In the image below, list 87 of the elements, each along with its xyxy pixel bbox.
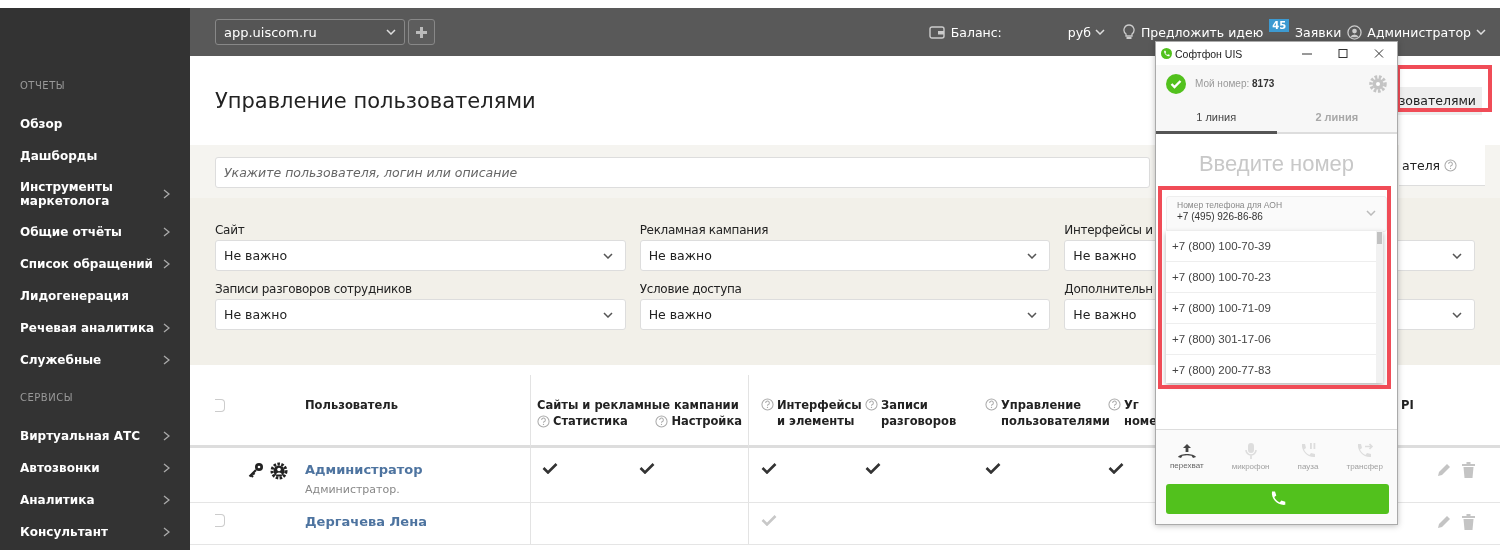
filter-label: Интерфейсы и xyxy=(1064,223,1153,237)
help-icon[interactable] xyxy=(537,414,550,428)
column-header: Пользователь xyxy=(305,398,398,412)
sidebar-item[interactable]: Обзор xyxy=(0,108,190,140)
column-header: Интерфейсы и элементы xyxy=(777,397,862,429)
caller-id-select[interactable]: Номер телефона для АОН +7 (495) 926-86-86 xyxy=(1166,196,1387,232)
column-header: Статистика xyxy=(553,413,628,429)
help-icon[interactable] xyxy=(655,414,669,428)
page-title: Управление пользователями xyxy=(215,88,536,113)
key-icon xyxy=(248,462,264,478)
user-menu[interactable]: Администратор xyxy=(1367,24,1471,40)
filter-select[interactable]: Не важно xyxy=(639,240,1051,271)
chevron-down-icon xyxy=(1452,252,1462,259)
help-icon[interactable] xyxy=(761,398,774,411)
pencil-icon[interactable] xyxy=(1436,462,1452,478)
currency-select[interactable]: руб xyxy=(1067,24,1105,40)
column-group-header: Сайты и рекламные кампании xyxy=(537,397,740,413)
sidebar-item[interactable]: Инструменты маркетолога xyxy=(0,172,190,216)
chevron-down-icon xyxy=(602,311,613,318)
chevron-down-icon xyxy=(1027,252,1038,259)
sidebar-item[interactable]: Общие отчёты xyxy=(0,216,190,248)
filter-label: Сайт xyxy=(215,223,245,237)
line-tab[interactable]: 1 линия xyxy=(1156,102,1277,134)
chevron-down-icon xyxy=(1452,311,1462,318)
help-icon[interactable] xyxy=(865,398,878,411)
column-header: Уг номе xyxy=(1124,397,1158,429)
add-site-button[interactable] xyxy=(408,19,435,45)
pencil-icon[interactable] xyxy=(1436,514,1452,530)
lightbulb-icon xyxy=(1122,24,1135,40)
phone-logo-icon xyxy=(1161,48,1172,59)
help-icon[interactable] xyxy=(985,398,998,411)
my-number-text: Мой номер: 8173 xyxy=(1195,78,1275,89)
side-link[interactable]: ателя xyxy=(1402,157,1441,173)
filter-label: Записи разговоров сотрудников xyxy=(215,282,412,296)
user-name-link[interactable]: Администратор xyxy=(305,462,530,477)
site-select[interactable]: app.uiscom.ru xyxy=(215,19,405,45)
sidebar-item[interactable]: Автозвонки xyxy=(0,452,190,484)
chevron-down-icon xyxy=(386,29,396,35)
sidebar-item[interactable]: Аналитика xyxy=(0,484,190,516)
select-all-checkbox[interactable] xyxy=(215,399,225,412)
plus-icon xyxy=(416,26,427,38)
filter-select[interactable]: Не важно xyxy=(215,240,626,271)
requests-count-badge: 45 xyxy=(1269,18,1290,32)
sidebar-item[interactable]: Виртуальная АТС xyxy=(0,420,190,452)
filter-label: Рекламная кампания xyxy=(639,223,769,237)
row-checkbox[interactable] xyxy=(215,514,225,527)
sidebar-item[interactable]: Список обращений xyxy=(0,248,190,280)
chevron-down-icon xyxy=(1366,210,1376,216)
call-action-button[interactable]: перехват xyxy=(1170,442,1204,470)
sidebar-item[interactable]: Служебные xyxy=(0,344,190,376)
sidebar-section-title: СЕРВИСЫ xyxy=(19,392,74,405)
user-name-link[interactable]: Дергачева Лена xyxy=(305,514,530,529)
column-header: Настройка xyxy=(671,413,742,429)
column-header: Записи разговоров xyxy=(881,397,958,429)
sidebar-item[interactable]: Дашборды xyxy=(0,140,190,172)
chevron-down-icon xyxy=(1476,29,1486,35)
help-icon[interactable] xyxy=(1444,158,1458,172)
chevron-down-icon xyxy=(1094,29,1105,35)
balance-label: Баланс: xyxy=(950,24,1002,40)
user-description: Администратор. xyxy=(305,483,401,496)
sidebar-item[interactable]: Лидогенерация xyxy=(0,280,190,312)
call-pickup-icon xyxy=(1176,442,1197,459)
settings-icon[interactable] xyxy=(1369,74,1387,93)
gear-person-icon xyxy=(270,462,288,480)
column-header: PI xyxy=(1401,398,1414,412)
microphone-icon xyxy=(1243,441,1258,460)
phone-pause-icon xyxy=(1299,441,1317,460)
window-title: Софтфон UIS xyxy=(1175,47,1243,60)
chevron-down-icon xyxy=(602,252,613,259)
help-icon[interactable] xyxy=(1108,398,1121,411)
sidebar-item[interactable]: Речевая аналитика xyxy=(0,312,190,344)
wallet-icon xyxy=(928,25,945,39)
suggest-idea-link[interactable]: Предложить идею xyxy=(1140,24,1264,40)
trash-icon[interactable] xyxy=(1462,514,1475,530)
requests-link[interactable]: Заявки xyxy=(1295,24,1342,40)
sidebar-item[interactable]: Консультант xyxy=(0,516,190,548)
trash-icon[interactable] xyxy=(1462,462,1475,478)
search-field[interactable]: Укажите пользователя, логин или описание xyxy=(215,157,1150,188)
filter-label: Условие доступа xyxy=(639,282,742,296)
filter-select[interactable]: Не важно xyxy=(215,299,626,330)
filter-select[interactable]: Не важно xyxy=(639,299,1051,330)
sidebar-section-title: ОТЧЕТЫ xyxy=(19,80,67,93)
chevron-down-icon xyxy=(1027,311,1038,318)
user-icon xyxy=(1347,24,1363,40)
scrollbar[interactable] xyxy=(1376,231,1383,383)
column-header: Управление пользователями xyxy=(1001,397,1110,429)
filter-label: Дополнительн xyxy=(1064,282,1153,296)
